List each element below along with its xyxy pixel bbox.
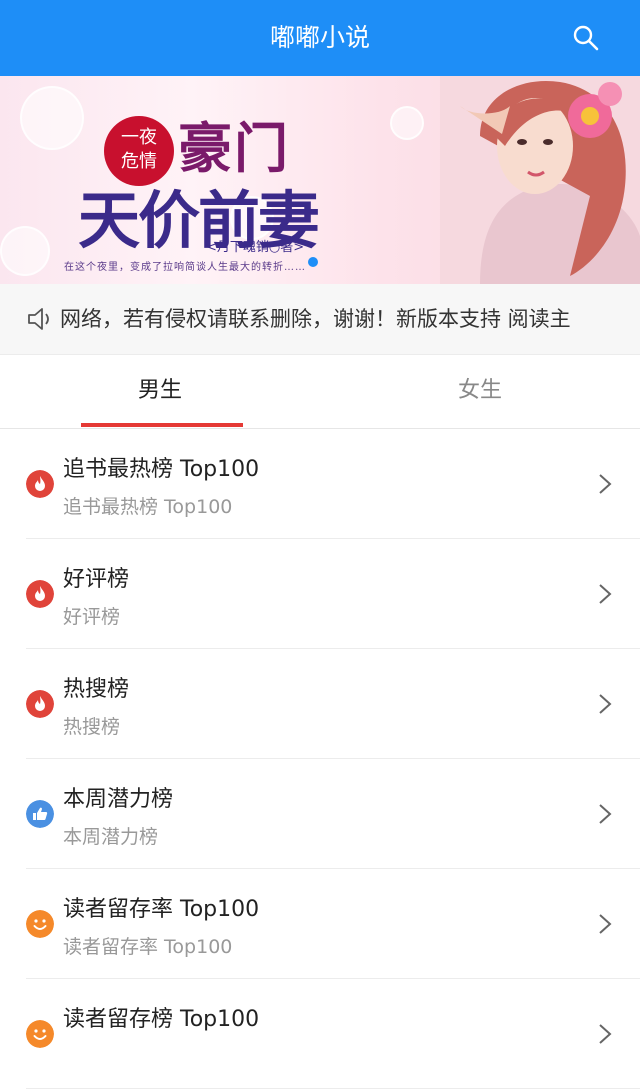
thumbs-up-icon bbox=[26, 800, 54, 828]
chevron-right-icon bbox=[599, 474, 612, 494]
banner-author: <月下魂销○著> bbox=[206, 240, 305, 255]
fire-icon bbox=[26, 470, 54, 498]
active-tab-indicator bbox=[81, 423, 243, 427]
list-item[interactable]: 读者留存率 Top100 读者留存率 Top100 bbox=[0, 869, 640, 979]
list-item[interactable]: 追书最热榜 Top100 追书最热榜 Top100 bbox=[0, 429, 640, 539]
chevron-right-icon bbox=[599, 804, 612, 824]
chevron-right-icon bbox=[599, 1024, 612, 1044]
app-title: 嘟嘟小说 bbox=[269, 23, 370, 52]
chevron-right-icon bbox=[599, 914, 612, 934]
notice-text: 网络，若有侵权请联系删除，谢谢！新版本支持 阅读主 bbox=[60, 307, 571, 331]
fire-icon bbox=[26, 580, 54, 608]
promo-banner[interactable]: 一夜 危情 豪门 天价前妻 <月下魂销○著> 在这个夜里，变成了拉响简谈人生最大… bbox=[0, 76, 640, 284]
speaker-icon bbox=[28, 308, 49, 330]
list-item-title: 热搜榜 bbox=[63, 677, 130, 702]
list-item-subtitle: 读者留存率 Top100 bbox=[63, 936, 233, 958]
list-item[interactable]: 好评榜 好评榜 bbox=[0, 539, 640, 649]
list-item-subtitle: 热搜榜 bbox=[63, 716, 121, 738]
list-item-subtitle: 本周潜力榜 bbox=[63, 826, 159, 848]
search-icon[interactable] bbox=[572, 24, 600, 52]
list-item[interactable]: 读者留存榜 Top100 bbox=[0, 979, 640, 1089]
list-item-title: 读者留存率 Top100 bbox=[63, 897, 260, 922]
list-item-title: 追书最热榜 Top100 bbox=[63, 457, 260, 482]
list-item[interactable]: 热搜榜 热搜榜 bbox=[0, 649, 640, 759]
tab-female[interactable]: 女生 bbox=[320, 354, 640, 428]
chevron-right-icon bbox=[599, 694, 612, 714]
list-item-title: 好评榜 bbox=[63, 567, 130, 592]
smile-icon bbox=[26, 1020, 54, 1048]
banner-indicator-dot[interactable] bbox=[308, 257, 318, 267]
gender-tabs: 男生 女生 bbox=[0, 354, 640, 429]
list-item-title: 本周潜力榜 bbox=[63, 787, 174, 812]
smile-icon bbox=[26, 910, 54, 938]
chevron-right-icon bbox=[599, 584, 612, 604]
banner-caption: 在这个夜里，变成了拉响简谈人生最大的转折…… bbox=[64, 262, 306, 273]
list-item-title: 读者留存榜 Top100 bbox=[63, 1007, 260, 1032]
banner-illustration bbox=[440, 76, 640, 284]
fire-icon bbox=[26, 690, 54, 718]
notice-bar: 网络，若有侵权请联系删除，谢谢！新版本支持 阅读主 bbox=[0, 284, 640, 355]
list-item[interactable]: 本周潜力榜 本周潜力榜 bbox=[0, 759, 640, 869]
top-bar: 嘟嘟小说 bbox=[0, 0, 640, 76]
list-item-subtitle: 好评榜 bbox=[63, 606, 121, 628]
tab-male[interactable]: 男生 bbox=[0, 354, 320, 428]
ranking-list: 追书最热榜 Top100 追书最热榜 Top100 好评榜 好评榜 热搜榜 热搜… bbox=[0, 429, 640, 1089]
list-item-subtitle: 追书最热榜 Top100 bbox=[63, 496, 233, 518]
